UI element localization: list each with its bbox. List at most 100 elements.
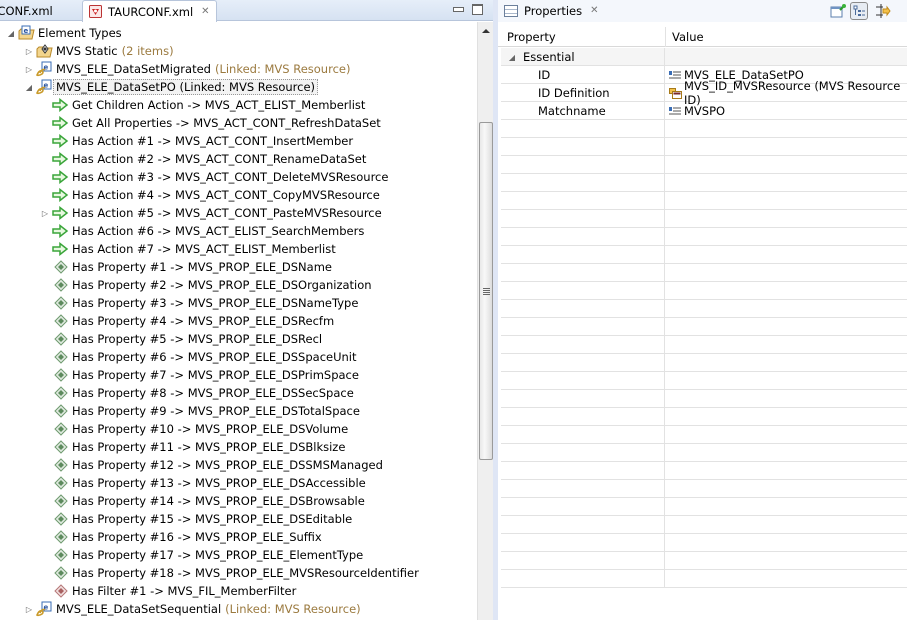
scrollbar-thumb[interactable] xyxy=(479,122,493,460)
tab-properties[interactable]: Properties ✕ xyxy=(504,0,599,21)
collapsed-triangle-icon[interactable]: ▷ xyxy=(24,604,34,614)
collapsed-triangle-icon[interactable]: ▷ xyxy=(24,64,34,74)
property-row[interactable]: Matchname MVSPO xyxy=(501,102,907,120)
property-diamond-icon xyxy=(52,511,69,527)
empty-cell xyxy=(665,480,907,498)
tree-item[interactable]: Has Property #15 -> MVS_PROP_ELE_DSEdita… xyxy=(40,510,352,528)
tree-vertical-scrollbar[interactable] xyxy=(477,22,493,620)
tree-label-suffix: (2 items) xyxy=(121,44,174,58)
tree-item[interactable]: Get Children Action -> MVS_ACT_ELIST_Mem… xyxy=(40,96,365,114)
element-tree[interactable]: ◢ e Element Types ▷ MVS Static (2 items) ▷ e… xyxy=(0,22,477,620)
collapsed-triangle-icon[interactable]: ▷ xyxy=(40,208,50,218)
property-row[interactable]: ID Definition MVS_ID_MVSResource (MVS Res… xyxy=(501,79,907,107)
show-advanced-button[interactable] xyxy=(874,2,892,20)
category-value-cell xyxy=(665,48,907,66)
property-diamond-icon xyxy=(52,565,69,581)
empty-cell xyxy=(665,246,907,264)
empty-row xyxy=(501,246,907,264)
tree-item[interactable]: Has Property #18 -> MVS_PROP_ELE_MVSReso… xyxy=(40,564,419,582)
tree-item[interactable]: ▷ MVS Static (2 items) xyxy=(24,42,174,60)
property-value-cell[interactable]: MVS_ID_MVSResource (MVS Resource ID) xyxy=(665,79,907,107)
property-diamond-icon xyxy=(52,277,69,293)
filter-diamond-icon xyxy=(52,583,69,599)
tree-item[interactable]: Has Property #8 -> MVS_PROP_ELE_DSSecSpa… xyxy=(40,384,354,402)
empty-row xyxy=(501,462,907,480)
id-definition-icon xyxy=(669,88,682,99)
tree-item[interactable]: Has Property #4 -> MVS_PROP_ELE_DSRecfm xyxy=(40,312,334,330)
property-value-cell[interactable]: MVSPO xyxy=(665,102,907,120)
tree-label: Has Property #3 -> MVS_PROP_ELE_DSNameTy… xyxy=(72,296,359,310)
column-header-property[interactable]: Property xyxy=(501,27,665,47)
property-name-cell: ID xyxy=(501,66,665,84)
tree-item[interactable]: Has Action #4 -> MVS_ACT_CONT_CopyMVSRes… xyxy=(40,186,380,204)
tree-label: Has Property #11 -> MVS_PROP_ELE_DSBlksi… xyxy=(72,440,346,454)
tab-taurconf[interactable]: TAURCONF.xml ✕ xyxy=(82,0,217,22)
category-row-essential[interactable]: ◢ Essential xyxy=(501,48,907,66)
tree-label: Element Types xyxy=(38,26,122,40)
tree-item[interactable]: Has Action #6 -> MVS_ACT_ELIST_SearchMem… xyxy=(40,222,364,240)
tree-label: Has Property #14 -> MVS_PROP_ELE_DSBrows… xyxy=(72,494,365,508)
tree-label: Get Children Action -> MVS_ACT_ELIST_Mem… xyxy=(72,98,366,112)
tree-item[interactable]: Has Filter #1 -> MVS_FIL_MemberFilter xyxy=(40,582,296,600)
close-tab-icon[interactable]: ✕ xyxy=(201,6,209,17)
tree-item[interactable]: Has Action #2 -> MVS_ACT_CONT_RenameData… xyxy=(40,150,366,168)
tree-item[interactable]: Has Action #7 -> MVS_ACT_ELIST_Memberlis… xyxy=(40,240,336,258)
expanded-triangle-icon[interactable]: ◢ xyxy=(6,28,16,38)
tree-item[interactable]: Has Action #3 -> MVS_ACT_CONT_DeleteMVSR… xyxy=(40,168,388,186)
empty-cell xyxy=(501,516,665,534)
tree-item[interactable]: Has Action #1 -> MVS_ACT_CONT_InsertMemb… xyxy=(40,132,353,150)
maximize-button[interactable] xyxy=(472,4,483,15)
tree-item[interactable]: ◢ e MVS_ELE_DataSetPO (Linked: MVS Resourc… xyxy=(24,78,319,96)
categories-icon xyxy=(853,5,865,16)
grip-icon xyxy=(483,288,490,296)
close-tab-icon[interactable]: ✕ xyxy=(590,5,598,16)
expanded-triangle-icon[interactable]: ◢ xyxy=(507,52,517,62)
tree-item[interactable]: ▷ e MVS_ELE_DataSetSequential (Linked: MVS … xyxy=(24,600,361,618)
tree-item[interactable]: Has Property #9 -> MVS_PROP_ELE_DSTotalS… xyxy=(40,402,360,420)
expanded-triangle-icon[interactable]: ◢ xyxy=(24,82,34,92)
empty-cell xyxy=(665,192,907,210)
column-header-value[interactable]: Value xyxy=(665,27,905,47)
tree-item[interactable]: Has Property #2 -> MVS_PROP_ELE_DSOrgani… xyxy=(40,276,372,294)
pin-to-selection-button[interactable] xyxy=(829,2,847,20)
empty-cell xyxy=(501,174,665,192)
tree-item[interactable]: Has Property #7 -> MVS_PROP_ELE_DSPrimSp… xyxy=(40,366,359,384)
category-cell: ◢ Essential xyxy=(501,48,665,66)
tree-label: Has Property #5 -> MVS_PROP_ELE_DSRecl xyxy=(72,332,323,346)
svg-text:e: e xyxy=(24,27,29,35)
tree-root-element-types[interactable]: ◢ e Element Types xyxy=(6,24,122,42)
collapsed-triangle-icon[interactable]: ▷ xyxy=(24,46,34,56)
tab-label: Properties xyxy=(524,3,583,18)
empty-cell xyxy=(501,138,665,156)
tree-item[interactable]: Has Property #1 -> MVS_PROP_ELE_DSName xyxy=(40,258,332,276)
tree-item[interactable]: Has Property #17 -> MVS_PROP_ELE_Element… xyxy=(40,546,363,564)
tree-item[interactable]: Get All Properties -> MVS_ACT_CONT_Refre… xyxy=(40,114,381,132)
tree-label-suffix: (Linked: MVS Resource) xyxy=(214,62,351,76)
tree-item[interactable]: Has Property #12 -> MVS_PROP_ELE_DSSMSMa… xyxy=(40,456,383,474)
tab-rconf[interactable]: RCONF.xml xyxy=(0,0,82,21)
show-categories-button[interactable] xyxy=(850,2,868,20)
tree-item[interactable]: Has Property #10 -> MVS_PROP_ELE_DSVolum… xyxy=(40,420,348,438)
tree-item[interactable]: Has Property #3 -> MVS_PROP_ELE_DSNameTy… xyxy=(40,294,358,312)
property-name: Matchname xyxy=(538,104,606,118)
tree-item[interactable]: Has Property #16 -> MVS_PROP_ELE_Suffix xyxy=(40,528,322,546)
tree-item[interactable]: Has Property #11 -> MVS_PROP_ELE_DSBlksi… xyxy=(40,438,345,456)
empty-cell xyxy=(665,354,907,372)
properties-table: Property Value ◢ Essential ID MVS_ELE_DataS… xyxy=(498,27,907,620)
empty-cell xyxy=(501,210,665,228)
empty-cell xyxy=(501,372,665,390)
property-diamond-icon xyxy=(52,331,69,347)
tree-item[interactable]: Has Property #5 -> MVS_PROP_ELE_DSRecl xyxy=(40,330,322,348)
minimize-button[interactable] xyxy=(452,4,464,15)
tree-item[interactable]: Has Property #13 -> MVS_PROP_ELE_DSAcces… xyxy=(40,474,366,492)
property-diamond-icon xyxy=(52,259,69,275)
tree-item[interactable]: ▷ e MVS_ELE_DataSetMigrated (Linked: MVS Re… xyxy=(24,60,350,78)
tree-label: Has Property #9 -> MVS_PROP_ELE_DSTotalS… xyxy=(72,404,360,418)
tree-item[interactable]: Has Property #6 -> MVS_PROP_ELE_DSSpaceU… xyxy=(40,348,357,366)
scroll-up-arrow-icon[interactable] xyxy=(482,29,490,33)
tree-item[interactable]: Has Property #14 -> MVS_PROP_ELE_DSBrows… xyxy=(40,492,365,510)
empty-cell xyxy=(665,552,907,570)
tree-item[interactable]: ▷ Has Action #5 -> MVS_ACT_CONT_PasteMVSR… xyxy=(40,204,382,222)
empty-row xyxy=(501,174,907,192)
empty-cell xyxy=(665,570,907,588)
